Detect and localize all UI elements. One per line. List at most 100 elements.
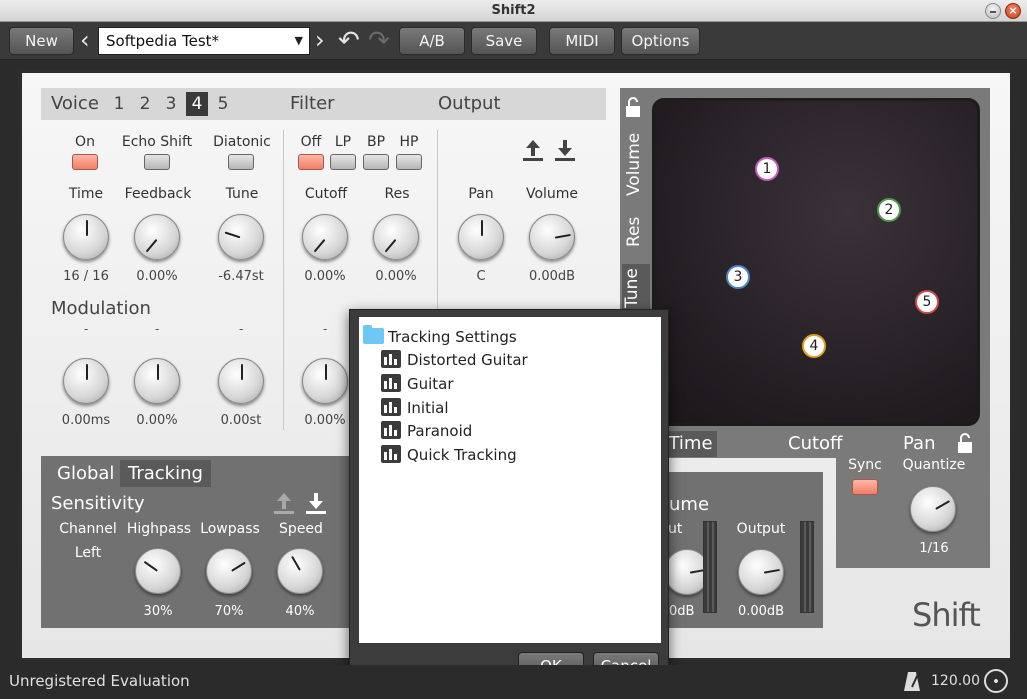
mod-cutoff-knob[interactable] bbox=[302, 358, 348, 404]
list-item[interactable]: Initial bbox=[381, 397, 449, 419]
mod-tune-dash: - bbox=[239, 322, 244, 336]
speed-knob[interactable] bbox=[277, 548, 323, 594]
metronome-icon[interactable] bbox=[902, 670, 922, 692]
window-titlebar: Shift2 × bbox=[0, 0, 1027, 22]
redo-icon[interactable]: ↷ bbox=[368, 27, 390, 55]
minimize-button[interactable] bbox=[985, 3, 1001, 19]
res-knob[interactable] bbox=[373, 214, 419, 260]
volume-knob[interactable] bbox=[529, 214, 575, 260]
preset-value: Softpedia Test* bbox=[106, 32, 220, 50]
tune-value: -6.47st bbox=[218, 269, 264, 284]
pan-axis-tab[interactable]: Pan bbox=[903, 431, 935, 457]
lowpass-label: Lowpass bbox=[200, 521, 260, 537]
voice-5-tab[interactable]: 5 bbox=[212, 92, 234, 116]
sync-toggle[interactable] bbox=[852, 479, 878, 495]
tune-axis-tab[interactable]: Tune bbox=[622, 264, 650, 312]
undo-icon[interactable]: ↶ bbox=[338, 27, 360, 55]
window-title: Shift2 bbox=[491, 3, 536, 18]
voice-5-dot[interactable]: 5 bbox=[915, 290, 939, 314]
voice-3-tab[interactable]: 3 bbox=[160, 92, 182, 116]
output-label: Output bbox=[736, 521, 786, 537]
modulation-title: Modulation bbox=[51, 298, 151, 319]
tune-label: Tune bbox=[225, 186, 259, 202]
highpass-knob[interactable] bbox=[135, 548, 181, 594]
echo-shift-toggle[interactable] bbox=[144, 154, 170, 170]
filter-lp-toggle[interactable] bbox=[330, 154, 356, 170]
new-button[interactable]: New bbox=[9, 27, 74, 55]
next-preset-icon[interactable]: › bbox=[315, 26, 325, 54]
voice-2-dot[interactable]: 2 bbox=[877, 198, 901, 222]
list-item[interactable]: Paranoid bbox=[381, 420, 472, 442]
item-label: Distorted Guitar bbox=[407, 351, 528, 369]
xy-pad[interactable] bbox=[652, 98, 980, 426]
preset-icon bbox=[381, 445, 401, 463]
volume-label: Volume bbox=[525, 186, 579, 202]
voice-1-tab[interactable]: 1 bbox=[108, 92, 130, 116]
voice-4-tab[interactable]: 4 bbox=[186, 92, 208, 116]
voice-2-tab[interactable]: 2 bbox=[134, 92, 156, 116]
save-button[interactable]: Save bbox=[471, 27, 537, 55]
folder-icon bbox=[363, 325, 384, 344]
filter-off-toggle[interactable] bbox=[298, 154, 324, 170]
download-icon[interactable] bbox=[553, 138, 577, 164]
ab-button[interactable]: A/B bbox=[399, 27, 465, 55]
time-axis-tab[interactable]: Time bbox=[664, 431, 717, 457]
filter-bp-label: BP bbox=[366, 134, 386, 150]
filter-bp-toggle[interactable] bbox=[363, 154, 389, 170]
tune-knob[interactable] bbox=[218, 214, 264, 260]
volume-section-title: ume bbox=[669, 494, 710, 515]
diatonic-toggle[interactable] bbox=[228, 154, 254, 170]
input-label: ut bbox=[668, 521, 683, 537]
cutoff-axis-tab[interactable]: Cutoff bbox=[788, 431, 842, 457]
filter-hp-label: HP bbox=[399, 134, 419, 150]
voice-4-dot[interactable]: 4 bbox=[802, 334, 826, 358]
close-button[interactable]: × bbox=[1005, 3, 1021, 19]
item-label: Initial bbox=[407, 399, 449, 417]
feedback-knob[interactable] bbox=[134, 214, 180, 260]
list-item[interactable]: Guitar bbox=[381, 373, 454, 395]
prev-preset-icon[interactable]: ‹ bbox=[80, 26, 90, 54]
filter-hp-toggle[interactable] bbox=[396, 154, 422, 170]
options-button[interactable]: Options bbox=[621, 27, 700, 55]
upload-icon[interactable] bbox=[521, 138, 545, 164]
midi-icon[interactable] bbox=[984, 669, 1008, 693]
lowpass-knob[interactable] bbox=[206, 548, 252, 594]
output-knob[interactable] bbox=[738, 549, 784, 595]
volume-axis-tab[interactable]: Volume bbox=[624, 128, 650, 200]
unlock-icon[interactable] bbox=[623, 96, 645, 118]
mod-tune-knob[interactable] bbox=[218, 358, 264, 404]
res-value: 0.00% bbox=[375, 269, 417, 284]
feedback-value: 0.00% bbox=[136, 269, 178, 284]
time-knob[interactable] bbox=[63, 214, 109, 260]
upload-icon[interactable] bbox=[272, 491, 296, 517]
voice-3-dot[interactable]: 3 bbox=[726, 265, 750, 289]
item-label: Paranoid bbox=[407, 422, 473, 440]
cutoff-knob[interactable] bbox=[302, 214, 348, 260]
tracking-settings-folder[interactable]: Tracking Settings bbox=[363, 325, 517, 348]
midi-button[interactable]: MIDI bbox=[549, 27, 615, 55]
global-tab[interactable]: Global bbox=[49, 460, 122, 487]
voice-tab[interactable]: Voice bbox=[51, 88, 99, 120]
preset-select[interactable]: Softpedia Test* ▼ bbox=[98, 27, 310, 55]
filter-off-label: Off bbox=[300, 134, 322, 150]
quantize-knob[interactable] bbox=[910, 486, 956, 532]
voice-1-dot[interactable]: 1 bbox=[755, 157, 779, 181]
on-toggle[interactable] bbox=[72, 154, 98, 170]
list-item[interactable]: Distorted Guitar bbox=[381, 349, 528, 371]
item-label: Quick Tracking bbox=[407, 446, 517, 464]
channel-value[interactable]: Left bbox=[55, 545, 121, 561]
download-icon[interactable] bbox=[304, 491, 328, 517]
bpm-value[interactable]: 120.00 bbox=[931, 673, 980, 689]
pan-knob[interactable] bbox=[458, 214, 504, 260]
brand-logo: Shift bbox=[912, 596, 981, 634]
folder-label: Tracking Settings bbox=[388, 328, 517, 346]
time-label: Time bbox=[68, 186, 104, 202]
unlock-icon[interactable] bbox=[955, 432, 975, 454]
res-axis-tab[interactable]: Res bbox=[624, 212, 650, 252]
list-item[interactable]: Quick Tracking bbox=[381, 444, 517, 466]
tracking-tab[interactable]: Tracking bbox=[120, 460, 211, 487]
mod-time-knob[interactable] bbox=[63, 358, 109, 404]
preset-tree[interactable]: Tracking Settings Distorted Guitar Guita… bbox=[359, 317, 661, 643]
on-label: On bbox=[75, 134, 95, 150]
mod-feedback-knob[interactable] bbox=[134, 358, 180, 404]
